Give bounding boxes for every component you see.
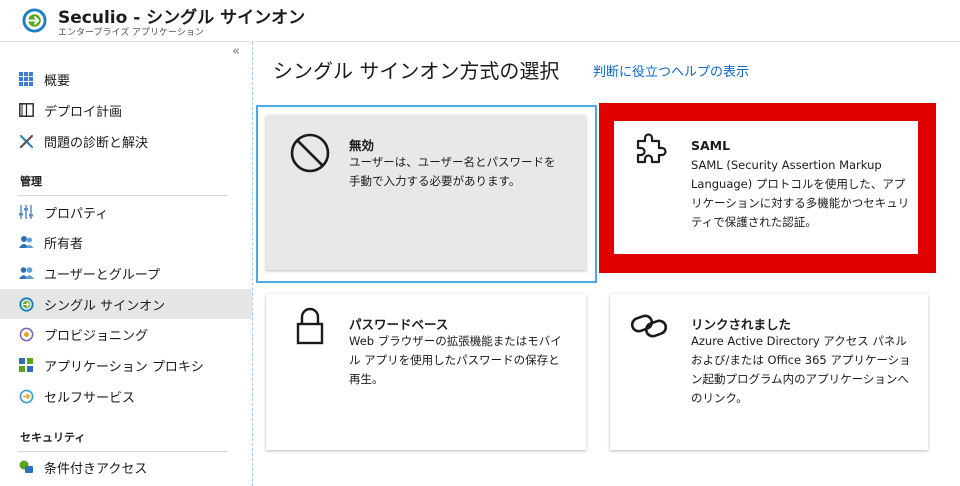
- sidebar-item-conditional-access[interactable]: 条件付きアクセス: [0, 452, 252, 482]
- app-proxy-icon: [18, 357, 34, 373]
- users-groups-icon: [18, 265, 34, 281]
- sidebar-item-label: 所有者: [44, 236, 84, 252]
- section-manage-heading: 管理: [20, 175, 42, 188]
- card-linked[interactable]: リンクされました Azure Active Directory アクセス パネル…: [610, 294, 928, 450]
- sidebar-item-label: 条件付きアクセス: [44, 461, 148, 477]
- sidebar-item-label: アプリケーション プロキシ: [44, 359, 204, 375]
- sidebar-item-provisioning[interactable]: プロビジョニング: [0, 319, 252, 349]
- sidebar-item-label: シングル サインオン: [44, 298, 166, 314]
- tools-icon: [18, 133, 34, 149]
- card-title: リンクされました: [691, 317, 792, 332]
- sidebar-item-overview[interactable]: 概要: [0, 64, 252, 94]
- sidebar-item-label: ユーザーとグループ: [44, 267, 160, 283]
- sidebar-item-deploy-plan[interactable]: デプロイ計画: [0, 95, 252, 125]
- sidebar-item-owners[interactable]: 所有者: [0, 227, 252, 257]
- sso-logo-icon: [22, 8, 47, 33]
- grid-icon: [18, 71, 34, 87]
- sliders-icon: [18, 204, 34, 220]
- card-title: パスワードベース: [349, 317, 449, 332]
- sidebar: « 概要 デプロイ計画 問題の診断と解決 管理 プロパティ 所有者 ユーザーとグ…: [0, 42, 252, 486]
- section-divider: [18, 195, 228, 196]
- card-password-based[interactable]: パスワードベース Web ブラウザーの拡張機能またはモバイル アプリを使用したパ…: [266, 294, 586, 450]
- collapse-sidebar-button[interactable]: «: [232, 44, 240, 59]
- help-link[interactable]: 判断に役立つヘルプの表示: [593, 61, 749, 80]
- sidebar-item-label: プロビジョニング: [44, 328, 149, 344]
- sidebar-item-self-service[interactable]: セルフサービス: [0, 381, 252, 411]
- disabled-icon: [290, 133, 330, 173]
- sidebar-item-label: プロパティ: [44, 206, 109, 222]
- lock-icon: [296, 307, 324, 345]
- sidebar-item-diagnose[interactable]: 問題の診断と解決: [0, 126, 252, 156]
- conditional-access-icon: [18, 459, 34, 475]
- puzzle-icon: [636, 133, 667, 164]
- book-icon: [18, 102, 34, 118]
- sso-icon: [18, 296, 34, 312]
- link-icon: [630, 314, 668, 338]
- app-subtitle: エンタープライズ アプリケーション: [58, 28, 204, 38]
- card-description: Azure Active Directory アクセス パネルおよび/または O…: [691, 334, 911, 405]
- provisioning-icon: [18, 326, 34, 342]
- section-security-heading: セキュリティ: [20, 431, 86, 444]
- card-description: SAML (Security Assertion Markup Language…: [691, 158, 910, 229]
- card-saml[interactable]: SAML SAML (Security Assertion Markup Lan…: [614, 121, 918, 254]
- sidebar-divider: [252, 42, 253, 486]
- page-header: Seculio - シングル サインオン エンタープライズ アプリケーション: [0, 0, 960, 42]
- sidebar-item-label: セルフサービス: [44, 390, 136, 406]
- sidebar-item-label: 概要: [44, 73, 71, 89]
- card-title: 無効: [349, 138, 375, 153]
- sidebar-item-users-groups[interactable]: ユーザーとグループ: [0, 258, 252, 288]
- sidebar-item-app-proxy[interactable]: アプリケーション プロキシ: [0, 350, 252, 380]
- card-description: ユーザーは、ユーザー名とパスワードを手動で入力する必要があります。: [349, 155, 556, 188]
- card-title: SAML: [691, 138, 731, 153]
- sidebar-item-label: デプロイ計画: [44, 104, 123, 120]
- sidebar-item-single-sign-on[interactable]: シングル サインオン: [0, 289, 252, 319]
- people-icon: [18, 234, 34, 250]
- page-title: シングル サインオン方式の選択: [273, 59, 560, 83]
- self-service-icon: [18, 388, 34, 404]
- card-disabled[interactable]: 無効 ユーザーは、ユーザー名とパスワードを手動で入力する必要があります。: [266, 115, 586, 270]
- sidebar-item-label: 問題の診断と解決: [44, 135, 149, 151]
- sidebar-item-properties[interactable]: プロパティ: [0, 197, 252, 227]
- card-description: Web ブラウザーの拡張機能またはモバイル アプリを使用したパスワードの保存と再…: [349, 334, 562, 386]
